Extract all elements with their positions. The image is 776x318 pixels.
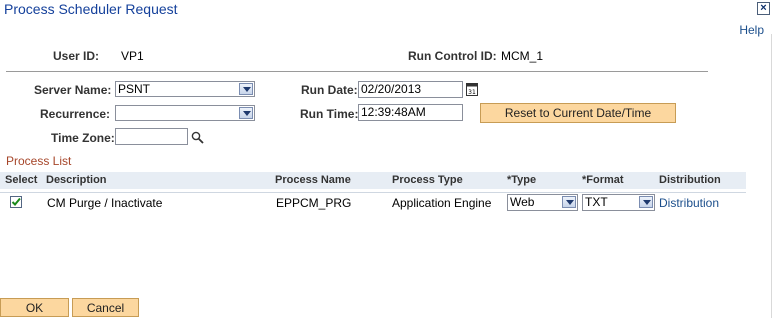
chevron-down-icon: [239, 107, 253, 119]
process-list-title: Process List: [6, 154, 72, 168]
col-process-type: Process Type: [392, 174, 463, 186]
window-title: Process Scheduler Request: [4, 1, 178, 17]
ok-button[interactable]: OK: [0, 298, 69, 317]
svg-text:31: 31: [468, 89, 476, 96]
run-date-label: Run Date:: [301, 83, 358, 97]
format-value: TXT: [585, 195, 608, 209]
row-description: CM Purge / Inactivate: [47, 196, 163, 210]
chevron-down-icon: [562, 196, 576, 208]
row-process-type: Application Engine: [392, 196, 492, 210]
select-checkbox[interactable]: [10, 196, 22, 208]
time-zone-label: Time Zone:: [51, 131, 115, 145]
server-name-value: PSNT: [118, 82, 151, 96]
run-control-id-value: MCM_1: [501, 49, 544, 63]
grid-divider: [0, 192, 746, 193]
row-process-name: EPPCM_PRG: [276, 196, 352, 210]
search-icon[interactable]: [191, 131, 204, 144]
window-right-border: [771, 34, 772, 318]
run-time-label: Run Time:: [300, 107, 359, 121]
close-icon[interactable]: ×: [757, 2, 770, 15]
user-id-value: VP1: [121, 49, 144, 63]
distribution-link[interactable]: Distribution: [659, 196, 719, 210]
chevron-down-icon: [239, 83, 253, 95]
type-select[interactable]: Web: [507, 194, 578, 211]
run-date-input[interactable]: 02/20/2013: [358, 81, 463, 98]
header-divider: [6, 71, 708, 72]
help-link[interactable]: Help: [739, 23, 764, 37]
col-type: *Type: [507, 174, 537, 186]
reset-date-time-button[interactable]: Reset to Current Date/Time: [480, 103, 676, 123]
run-time-input[interactable]: 12:39:48AM: [358, 104, 463, 121]
run-control-id-label: Run Control ID:: [408, 49, 497, 63]
type-value: Web: [510, 195, 535, 209]
recurrence-label: Recurrence:: [40, 107, 111, 121]
server-name-label: Server Name:: [34, 83, 112, 97]
col-process-name: Process Name: [275, 174, 351, 186]
col-description: Description: [46, 174, 107, 186]
format-select[interactable]: TXT: [582, 194, 655, 211]
checkmark-icon: [11, 197, 21, 206]
chevron-down-icon: [639, 196, 653, 208]
col-select: Select: [5, 174, 38, 186]
time-zone-input[interactable]: [115, 128, 188, 145]
grid-header: [0, 172, 746, 189]
col-format: *Format: [582, 174, 624, 186]
col-distribution: Distribution: [659, 174, 721, 186]
calendar-icon[interactable]: 31: [466, 82, 478, 96]
user-id-label: User ID:: [53, 49, 100, 63]
recurrence-select[interactable]: [115, 105, 255, 121]
server-name-select[interactable]: PSNT: [115, 81, 255, 97]
cancel-button[interactable]: Cancel: [72, 298, 139, 317]
